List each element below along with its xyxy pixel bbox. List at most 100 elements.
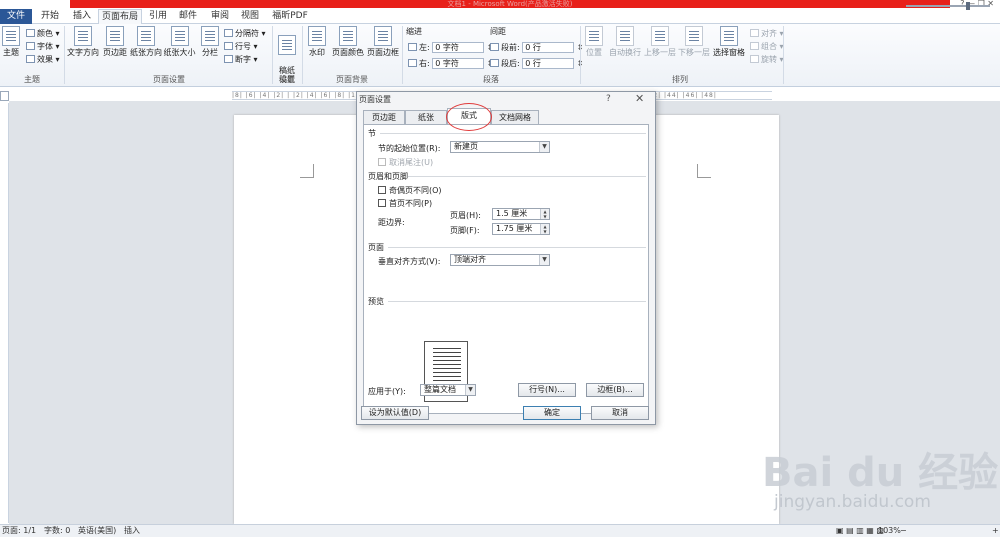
position-button[interactable]: 位置 xyxy=(583,26,605,57)
zoom-out-button[interactable]: − xyxy=(900,525,907,537)
align-button[interactable]: 对齐 ▾ xyxy=(750,28,784,39)
send-backward-icon xyxy=(685,26,703,46)
view-buttons[interactable]: ▣ ▤ ▥ ▦ ▧ xyxy=(836,525,884,537)
size-button[interactable]: 纸张大小 xyxy=(163,26,196,57)
crop-mark-right xyxy=(697,164,711,178)
indent-right-icon xyxy=(408,59,417,67)
footer-distance-label: 页脚(F): xyxy=(450,226,480,235)
effects-icon xyxy=(26,55,35,63)
dialog-layout-panel: 节 节的起始位置(R): 新建页 ▼ 取消尾注(U) 页眉和页脚 奇偶页不同(O… xyxy=(363,124,649,414)
selection-pane-label: 选择窗格 xyxy=(713,48,745,57)
tab-selector[interactable] xyxy=(0,91,9,101)
margins-button[interactable]: 页边距 xyxy=(101,26,129,57)
position-icon xyxy=(585,26,603,46)
spacing-after-input[interactable]: 0 行 xyxy=(522,58,575,69)
insert-mode[interactable]: 插入 xyxy=(124,525,140,537)
zoom-in-button[interactable]: + xyxy=(992,525,999,537)
rotate-label: 旋转 xyxy=(761,55,777,64)
section-start-select[interactable]: 新建页 ▼ xyxy=(450,141,550,153)
theme-colors-button[interactable]: 颜色 ▾ xyxy=(26,28,60,39)
tab-review[interactable]: 审阅 xyxy=(206,9,234,24)
preview-line xyxy=(433,372,461,373)
columns-button[interactable]: 分栏 xyxy=(199,26,221,57)
page-color-button[interactable]: 页面颜色 xyxy=(331,26,365,57)
word-count[interactable]: 字数: 0 xyxy=(44,525,70,537)
preview-line xyxy=(433,380,461,381)
footer-distance-input[interactable]: 1.75 厘米 ▲ ▼ xyxy=(492,223,550,235)
tab-insert[interactable]: 插入 xyxy=(68,9,96,24)
themes-button[interactable]: 主题 xyxy=(0,26,22,57)
suppress-endnotes-checkbox[interactable]: 取消尾注(U) xyxy=(378,157,433,168)
watermark-button[interactable]: 水印 xyxy=(305,26,329,57)
section-divider xyxy=(388,301,646,302)
group-label-page-setup: 页面设置 xyxy=(153,75,185,84)
section-divider xyxy=(408,176,646,177)
orientation-button[interactable]: 纸张方向 xyxy=(130,26,162,57)
page-borders-button[interactable]: 页面边框 xyxy=(366,26,400,57)
tab-references[interactable]: 引用 xyxy=(144,9,172,24)
vertical-ruler[interactable] xyxy=(0,103,9,523)
spinner-icon[interactable]: ▲ ▼ xyxy=(540,209,549,219)
orientation-label: 纸张方向 xyxy=(130,48,162,57)
spacing-before-icon xyxy=(490,43,499,51)
spinner-icon[interactable]: ▲ ▼ xyxy=(540,224,549,234)
zoom-slider-thumb[interactable] xyxy=(966,2,970,10)
checkbox-box xyxy=(378,199,386,207)
apply-to-select[interactable]: 整篇文档 ▼ xyxy=(420,384,476,396)
set-as-default-button[interactable]: 设为默认值(D) xyxy=(361,406,429,420)
vertical-alignment-select[interactable]: 顶端对齐 ▼ xyxy=(450,254,550,266)
theme-effects-button[interactable]: 效果 ▾ xyxy=(26,54,60,65)
theme-fonts-button[interactable]: 字体 ▾ xyxy=(26,41,60,52)
breaks-icon xyxy=(224,29,233,37)
dialog-tab-margins[interactable]: 页边距 xyxy=(363,110,405,124)
dialog-tab-document-grid[interactable]: 文档网格 xyxy=(491,110,539,124)
dialog-tab-paper[interactable]: 纸张 xyxy=(405,110,447,124)
dialog-title: 页面设置 xyxy=(359,95,391,104)
ok-button[interactable]: 确定 xyxy=(523,406,581,420)
help-icon[interactable]: ? xyxy=(606,94,611,104)
from-edge-label: 距边界: xyxy=(378,218,405,227)
section-start-label: 节的起始位置(R): xyxy=(378,144,441,153)
odd-even-checkbox[interactable]: 奇偶页不同(O) xyxy=(378,185,442,196)
group-label-arrange: 排列 xyxy=(672,75,688,84)
spacing-before-input[interactable]: 0 行 xyxy=(522,42,575,53)
borders-button[interactable]: 边框(B)... xyxy=(586,383,644,397)
hyphenation-button[interactable]: 断字 ▾ xyxy=(224,54,258,65)
odd-even-label: 奇偶页不同(O) xyxy=(389,186,442,195)
cancel-button[interactable]: 取消 xyxy=(591,406,649,420)
group-objects-button[interactable]: 组合 ▾ xyxy=(750,41,784,52)
indent-left-input[interactable]: 0 字符 xyxy=(432,42,485,53)
breaks-button[interactable]: 分隔符 ▾ xyxy=(224,28,266,39)
spacing-after-label: 段后: xyxy=(501,59,520,68)
selection-pane-button[interactable]: 选择窗格 xyxy=(712,26,746,57)
line-numbers-dialog-button[interactable]: 行号(N)... xyxy=(518,383,576,397)
zoom-slider-track[interactable] xyxy=(906,5,990,7)
font-icon xyxy=(26,42,35,50)
first-page-checkbox[interactable]: 首页不同(P) xyxy=(378,198,432,209)
zoom-level[interactable]: 103% xyxy=(878,525,901,537)
header-distance-input[interactable]: 1.5 厘米 ▲ ▼ xyxy=(492,208,550,220)
wrap-text-icon xyxy=(616,26,634,46)
indent-right-input[interactable]: 0 字符 xyxy=(432,58,485,69)
close-icon[interactable]: ✕ xyxy=(635,92,644,105)
tab-foxit-pdf[interactable]: 福昕PDF xyxy=(268,9,312,24)
tab-file[interactable]: 文件 xyxy=(0,9,32,24)
line-numbers-button[interactable]: 行号 ▾ xyxy=(224,41,258,52)
send-backward-button[interactable]: 下移一层 xyxy=(677,26,711,57)
page-count[interactable]: 页面: 1/1 xyxy=(2,525,36,537)
chevron-down-icon: ▼ xyxy=(539,255,549,265)
tab-view[interactable]: 视图 xyxy=(236,9,264,24)
rotate-button[interactable]: 旋转 ▾ xyxy=(750,54,784,65)
tab-mailings[interactable]: 邮件 xyxy=(174,9,202,24)
text-direction-button[interactable]: 文字方向 xyxy=(67,26,99,57)
tab-home[interactable]: 开始 xyxy=(36,9,64,24)
language-indicator[interactable]: 英语(美国) xyxy=(78,525,116,537)
theme-fonts-label: 字体 xyxy=(37,42,53,51)
preview-line xyxy=(433,352,461,353)
size-label: 纸张大小 xyxy=(163,48,196,57)
margins-label: 页边距 xyxy=(103,48,127,57)
apply-to-value: 整篇文档 xyxy=(424,385,456,394)
tab-page-layout[interactable]: 页面布局 xyxy=(98,9,142,25)
wrap-text-button[interactable]: 自动换行 xyxy=(607,26,643,57)
bring-forward-button[interactable]: 上移一层 xyxy=(643,26,677,57)
